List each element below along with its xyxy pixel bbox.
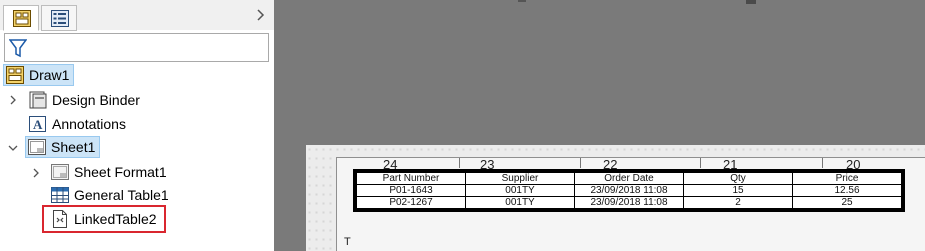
tree-item-design-binder[interactable]: Design Binder [28, 89, 140, 111]
sheet-icon [28, 139, 46, 155]
svg-text:A: A [33, 117, 43, 132]
table-header-row: Part Number Supplier Order Date Qty Pric… [356, 172, 902, 185]
tab-property-manager[interactable] [41, 5, 77, 31]
column-header[interactable]: Supplier [465, 172, 575, 185]
table-cell[interactable]: 2 [683, 196, 793, 209]
tree-item-sheet-format1[interactable]: Sheet Format1 [50, 161, 167, 183]
tree-item-sheet1[interactable]: Sheet1 [25, 136, 101, 158]
linked-table[interactable]: Part Number Supplier Order Date Qty Pric… [353, 169, 905, 212]
zone-divider [580, 158, 581, 168]
linked-table-icon [53, 210, 67, 228]
tree-item-annotations[interactable]: A Annotations [28, 113, 126, 135]
table-cell[interactable]: 25 [792, 196, 902, 209]
column-header[interactable]: Order Date [574, 172, 684, 185]
expand-arrow-icon[interactable] [8, 95, 18, 105]
filter-icon [9, 39, 27, 58]
expand-arrow-icon[interactable] [31, 168, 41, 178]
tree-item-label: Annotations [52, 116, 126, 132]
drawing-icon [6, 66, 24, 84]
sheet-format-icon [51, 164, 69, 180]
zone-divider [822, 158, 823, 168]
toolbar-fragment [746, 0, 756, 4]
table-cell[interactable]: P02-1267 [356, 196, 466, 209]
tree-item-label: Design Binder [52, 92, 140, 108]
tree-item-label: LinkedTable2 [74, 211, 157, 227]
toolbar-fragment [518, 0, 526, 2]
zone-divider [459, 158, 460, 168]
table-cell[interactable]: 001TY [465, 184, 575, 197]
collapse-arrow-icon[interactable] [8, 143, 18, 153]
chevron-right-icon[interactable] [256, 8, 266, 22]
general-table-icon [51, 187, 69, 203]
table-row: P02-1267 001TY 23/09/2018 11:08 2 25 [356, 196, 902, 209]
column-header[interactable]: Qty [683, 172, 793, 185]
tab-feature-manager[interactable] [3, 5, 39, 31]
table-row: P01-1643 001TY 23/09/2018 11:08 15 12.56 [356, 184, 902, 197]
property-manager-icon [51, 10, 69, 27]
zone-divider [700, 158, 701, 168]
feature-manager-icon [13, 10, 31, 27]
panel-tab-bar [0, 0, 274, 31]
tree-root-draw1[interactable]: Draw1 [3, 64, 75, 86]
table-cell[interactable]: P01-1643 [356, 184, 466, 197]
tree-root-label: Draw1 [29, 67, 70, 83]
filter-input[interactable] [4, 33, 269, 62]
tree-item-label: Sheet1 [51, 139, 96, 155]
tree-item-general-table1[interactable]: General Table1 [50, 184, 169, 206]
tree-item-label: Sheet Format1 [74, 164, 167, 180]
column-header[interactable]: Part Number [356, 172, 466, 185]
table-cell[interactable]: 001TY [465, 196, 575, 209]
tree-item-label: General Table1 [74, 187, 169, 203]
feature-manager-panel: Draw1 Design Binder A Annotations Sheet1 [0, 0, 274, 251]
table-cell[interactable]: 23/09/2018 11:08 [574, 196, 684, 209]
annotations-icon: A [29, 116, 46, 132]
design-binder-icon [29, 91, 47, 109]
column-header[interactable]: Price [792, 172, 902, 185]
table-cell[interactable]: 23/09/2018 11:08 [574, 184, 684, 197]
corner-marker: T [344, 236, 351, 248]
tree-item-linked-table2[interactable]: LinkedTable2 [50, 208, 157, 230]
table-cell[interactable]: 12.56 [792, 184, 902, 197]
table-cell[interactable]: 15 [683, 184, 793, 197]
